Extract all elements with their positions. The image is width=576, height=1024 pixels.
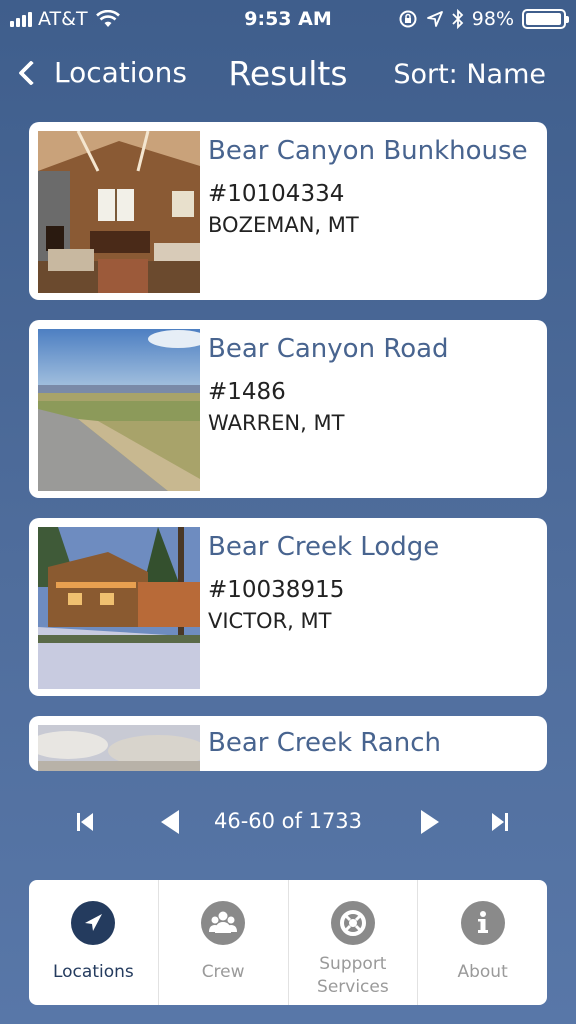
last-page-icon[interactable] [484, 808, 514, 836]
bluetooth-icon [452, 9, 464, 29]
tab-locations[interactable]: Locations [29, 880, 159, 1005]
result-id: #10104334 [208, 181, 345, 207]
tab-bar: Locations Crew Support Services About [29, 880, 547, 1005]
result-card[interactable]: Bear Canyon Bunkhouse #10104334 BOZEMAN,… [29, 122, 547, 300]
battery-icon [522, 9, 569, 29]
result-title: Bear Canyon Bunkhouse [208, 136, 528, 166]
back-button[interactable]: Locations [14, 56, 187, 89]
navigation-bar: Locations Results Sort: Name [0, 50, 576, 106]
results-list: Bear Canyon Bunkhouse #10104334 BOZEMAN,… [29, 122, 547, 791]
location-services-icon [426, 11, 443, 27]
back-label: Locations [54, 56, 188, 89]
result-thumbnail [38, 527, 200, 689]
tab-crew[interactable]: Crew [159, 880, 289, 1005]
result-card[interactable]: Bear Canyon Road #1486 WARREN, MT [29, 320, 547, 498]
battery-level [526, 13, 562, 25]
status-bar: AT&T 9:53 AM 98% [0, 0, 576, 40]
result-id: #10038915 [208, 577, 345, 603]
result-location: WARREN, MT [208, 411, 345, 435]
tab-label: Support Services [317, 954, 389, 997]
pagination: 46-60 of 1733 [0, 800, 576, 844]
result-card[interactable]: Bear Creek Ranch [29, 716, 547, 771]
result-title: Bear Canyon Road [208, 334, 449, 364]
result-thumbnail [38, 329, 200, 491]
tab-about[interactable]: About [418, 880, 547, 1005]
result-location: VICTOR, MT [208, 609, 332, 633]
orientation-lock-icon [399, 10, 417, 28]
result-card[interactable]: Bear Creek Lodge #10038915 VICTOR, MT [29, 518, 547, 696]
next-page-icon[interactable] [416, 808, 446, 836]
battery-percent: 98% [471, 8, 514, 30]
tab-support-services[interactable]: Support Services [289, 880, 419, 1005]
lifebuoy-icon [330, 901, 375, 945]
location-arrow-icon [71, 901, 116, 945]
result-title: Bear Creek Ranch [208, 728, 441, 758]
result-thumbnail [38, 725, 200, 771]
people-icon [201, 901, 246, 945]
tab-label: About [457, 962, 508, 982]
tab-label: Crew [201, 962, 245, 982]
result-id: #1486 [208, 379, 286, 405]
info-icon [460, 901, 505, 945]
sort-button[interactable]: Sort: Name [393, 59, 546, 90]
previous-page-icon[interactable] [156, 808, 186, 836]
first-page-icon[interactable] [72, 808, 102, 836]
result-location: BOZEMAN, MT [208, 213, 359, 237]
chevron-left-icon [18, 59, 44, 86]
tab-label: Locations [52, 962, 134, 982]
status-right: 98% [398, 8, 569, 30]
result-title: Bear Creek Lodge [208, 532, 440, 562]
result-thumbnail [38, 131, 200, 293]
